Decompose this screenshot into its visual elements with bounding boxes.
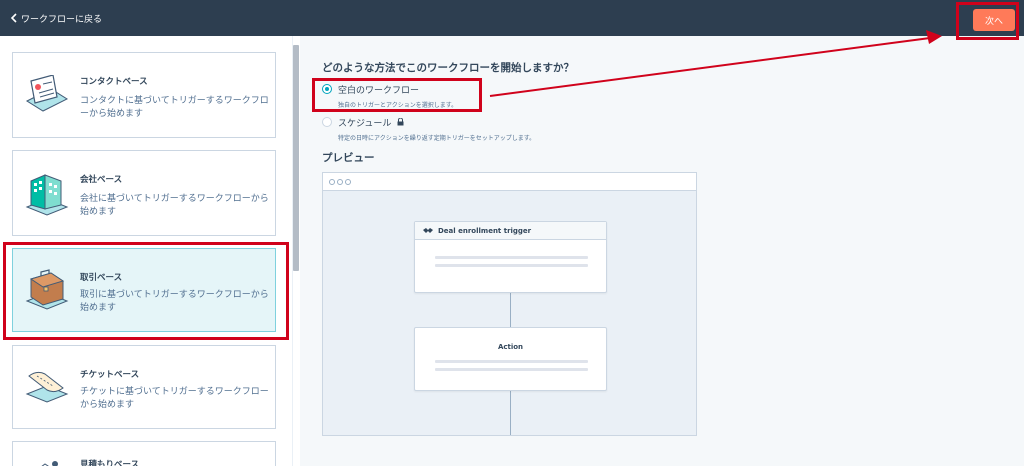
annotation-arrow	[489, 30, 942, 97]
